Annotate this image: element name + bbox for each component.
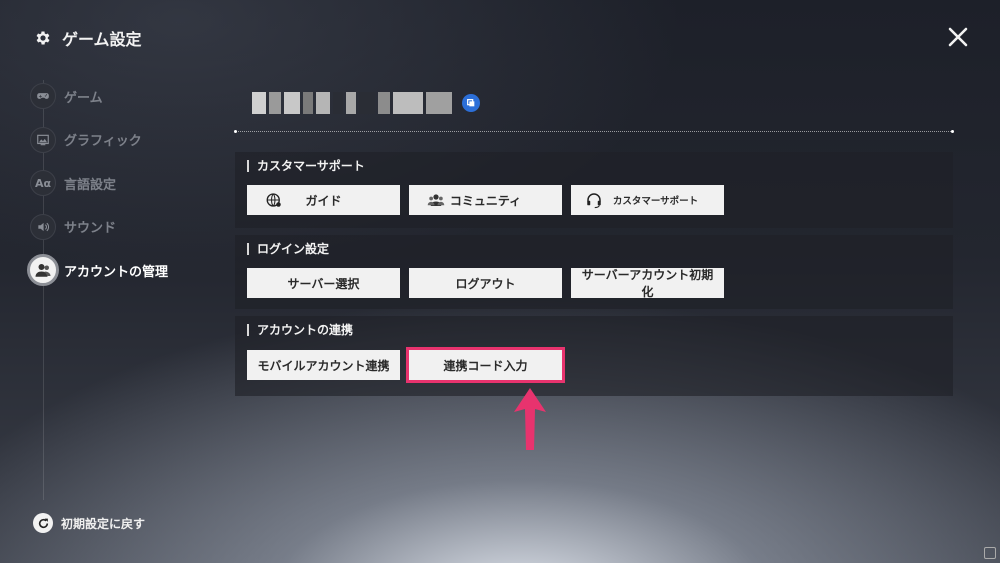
page-title-text: ゲーム設定 [62,30,142,49]
headset-icon [587,193,601,209]
sidebar-item-game[interactable]: ゲーム [30,82,220,110]
sidebar-item-language[interactable]: Aα 言語設定 [30,169,220,197]
section-account-linking: アカウントの連携 モバイルアカウント連携 連携コード入力 [235,316,953,396]
account-id-row [252,92,480,114]
sidebar-item-label: ゲーム [64,90,103,106]
corner-indicator-icon [984,547,996,559]
server-select-button[interactable]: サーバー選択 [247,268,400,298]
section-title: カスタマーサポート [247,160,365,172]
section-customer-support: カスタマーサポート ガイド コミュニティ カスタマーサポート [235,152,953,228]
section-login-settings: ログイン設定 サーバー選択 ログアウト サーバーアカウント初期化 [235,235,953,309]
link-code-input-button[interactable]: 連携コード入力 [406,347,565,383]
section-title: アカウントの連携 [247,324,353,336]
community-button[interactable]: コミュニティ [409,185,562,215]
gamepad-icon [30,83,56,109]
image-icon [30,126,56,153]
annotation-arrow-icon [514,388,546,450]
logout-button[interactable]: ログアウト [409,268,562,298]
divider [234,130,954,133]
reset-defaults-button[interactable]: 初期設定に戻す [33,513,145,533]
sidebar-item-label: サウンド [64,221,117,236]
gear-icon [36,31,50,45]
reset-icon [33,513,53,533]
reset-label: 初期設定に戻す [61,516,146,531]
sidebar-item-graphics[interactable]: グラフィック [30,126,220,154]
globe-icon [266,193,281,207]
language-icon: Aα [30,170,56,196]
copy-icon[interactable] [462,94,480,112]
sidebar-item-account[interactable]: アカウントの管理 [27,254,220,286]
censored-account-id [252,92,452,114]
mobile-account-link-button[interactable]: モバイルアカウント連携 [247,350,400,380]
customer-support-button[interactable]: カスタマーサポート [571,185,724,215]
close-icon[interactable] [945,24,971,50]
server-account-reset-button[interactable]: サーバーアカウント初期化 [571,268,724,299]
sidebar-nav: ゲーム グラフィック Aα 言語設定 サウンド アカウントの管理 [27,82,220,300]
page-title: ゲーム設定 [34,26,142,50]
sidebar-item-label: グラフィック [64,134,142,149]
sidebar-item-sound[interactable]: サウンド [30,213,220,241]
section-title: ログイン設定 [247,243,329,255]
user-icon [27,254,59,286]
people-icon [427,194,445,206]
guide-button[interactable]: ガイド [247,185,400,215]
speaker-icon [30,213,56,240]
sidebar-item-label: 言語設定 [64,177,117,193]
sidebar-item-label: アカウントの管理 [64,264,169,280]
